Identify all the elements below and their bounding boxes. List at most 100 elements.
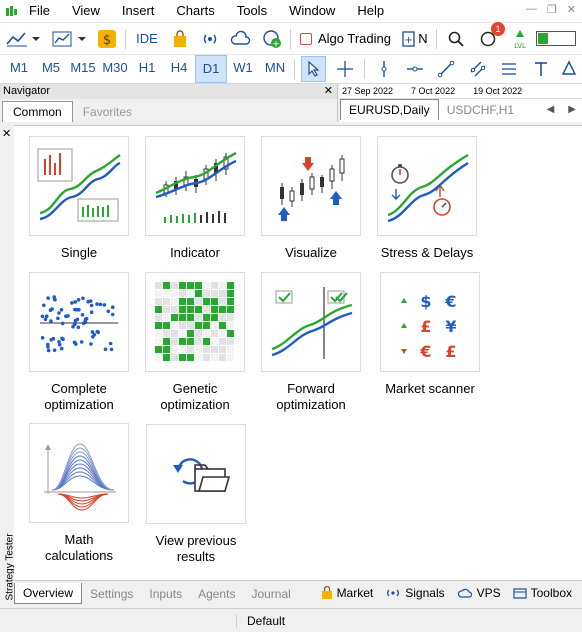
cloud-icon [457,588,472,598]
horizontal-line-tool[interactable] [402,56,427,82]
grid-cell [195,338,202,345]
new-chart-button[interactable]: + [260,26,284,52]
tile-single[interactable]: Single [29,136,129,261]
svg-text:£: £ [420,317,431,336]
tile-math-calculations[interactable]: Math calculations [29,423,129,564]
dot [106,309,111,314]
tile-market-scanner[interactable]: $ € £ ¥ € £ Market scanner [380,272,480,397]
tab-overview[interactable]: Overview [14,583,83,604]
navigator-panel: Navigator ✕ Common Favorites [0,84,338,122]
menu-insert[interactable]: Insert [111,0,166,22]
grid-cell [163,306,170,313]
tile-visualize[interactable]: Visualize [261,136,361,261]
trendline-tool[interactable] [434,56,459,82]
timeframe-m15[interactable]: M15 [67,55,99,83]
menu-tools[interactable]: Tools [226,0,278,22]
toolbox-link[interactable]: Toolbox [513,586,572,600]
tab-favorites[interactable]: Favorites [73,102,142,122]
tile-genetic-optimization[interactable]: Genetic optimization [145,272,245,413]
indicators-button[interactable] [49,26,89,52]
fibonacci-tool[interactable] [497,56,522,82]
algo-status-icon [300,32,312,45]
chevron-left-icon[interactable]: ◀ [547,100,555,120]
dot [52,348,57,352]
menu-bar: File View Insert Charts Tools Window Hel… [0,0,582,22]
tile-stress-delays[interactable]: Stress & Delays [377,136,477,261]
search-button[interactable] [443,26,469,52]
vps-label: VPS [476,586,501,600]
close-icon[interactable]: ✕ [567,3,576,16]
tab-eurusd-daily[interactable]: EURUSD,Daily [340,99,439,120]
tab-agents[interactable]: Agents [190,584,243,604]
tab-settings[interactable]: Settings [82,584,141,604]
ide-button[interactable]: IDE [132,26,162,52]
toolbar-timeframes: M1 M5 M15 M30 H1 H4 D1 W1 MN [0,54,582,84]
close-icon[interactable]: ✕ [324,84,333,99]
tab-inputs[interactable]: Inputs [141,584,190,604]
menu-view[interactable]: View [61,0,111,22]
timeframe-mn[interactable]: MN [259,55,291,83]
timeframe-d1[interactable]: D1 [195,55,227,83]
crosshair-tool[interactable] [332,56,357,82]
menu-window[interactable]: Window [278,0,346,22]
grid-cell [187,354,194,361]
timeframe-m30[interactable]: M30 [99,55,131,83]
close-icon[interactable]: ✕ [2,127,11,140]
timeframe-m5[interactable]: M5 [35,55,67,83]
folder-history-icon [173,458,231,492]
tile-indicator[interactable]: Indicator [145,136,245,261]
menu-help[interactable]: Help [346,0,395,22]
tile-complete-optimization[interactable]: Complete optimization [29,272,129,413]
channel-icon [470,61,486,77]
dot [57,311,61,315]
deposit-button[interactable]: $ [95,26,119,52]
signals-link[interactable]: Signals [385,586,445,600]
chart-tabs: EURUSD,Daily USDCHF,H1 ◀ ▶ [340,99,582,120]
timeframe-h1[interactable]: H1 [131,55,163,83]
tile-forward-optimization[interactable]: Forward optimization [261,272,361,413]
tab-usdchf-h1[interactable]: USDCHF,H1 [439,100,522,120]
timeframe-w1[interactable]: W1 [227,55,259,83]
dot [75,317,80,322]
vps-link[interactable]: VPS [457,586,501,600]
tab-common[interactable]: Common [2,101,73,122]
notifications-button[interactable]: 1 [475,21,505,52]
grid-cell [211,354,218,361]
dot [76,325,81,330]
tab-journal[interactable]: Journal [243,584,298,604]
single-test-icon [37,148,121,222]
restore-icon[interactable]: ❐ [547,3,557,16]
menu-charts[interactable]: Charts [165,0,225,22]
timeframe-m1[interactable]: M1 [3,55,35,83]
channel-tool[interactable] [465,56,490,82]
vps-button[interactable] [228,26,254,52]
dot [108,341,113,346]
menu-file[interactable]: File [22,0,61,22]
new-order-button[interactable]: + N [400,26,430,52]
tile-label: Stress & Delays [380,245,474,260]
vertical-line-tool[interactable] [371,56,396,82]
math-calculations-thumbnail [29,423,129,523]
minimize-icon[interactable]: — [526,3,537,16]
text-tool-icon [534,62,547,76]
grid-cell [171,354,178,361]
grid-cell [211,306,218,313]
chart-type-button[interactable] [3,26,43,52]
cursor-tool[interactable] [300,56,327,82]
signals-button[interactable] [198,26,222,52]
chevron-right-icon[interactable]: ▶ [568,100,576,120]
market-button[interactable] [168,26,192,52]
timeframe-h4[interactable]: H4 [163,55,195,83]
shapes-icon [562,60,577,75]
algo-trading-button[interactable]: Algo Trading [294,31,397,46]
grid-cell [211,282,218,289]
dot [50,307,54,311]
grid-cell [219,306,226,313]
grid-cell [187,338,194,345]
text-tool[interactable] [528,56,553,82]
level-button[interactable]: LVL [507,26,533,52]
shapes-tool[interactable] [560,56,580,82]
market-link[interactable]: Market [321,586,373,600]
dot [42,303,46,308]
tile-view-previous-results[interactable]: View previous results [146,424,246,565]
